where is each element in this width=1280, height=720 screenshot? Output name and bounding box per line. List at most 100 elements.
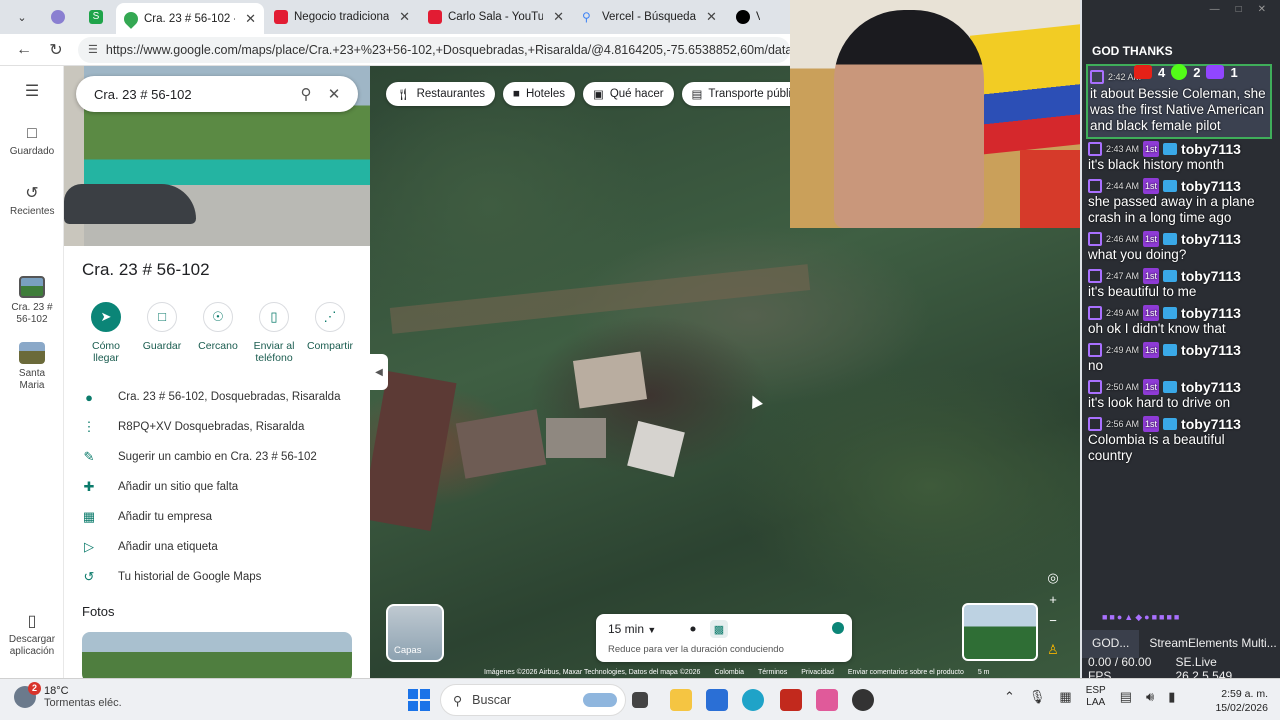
tab-negocio[interactable]: Negocio tradicional vs d ✕ xyxy=(266,3,418,31)
chat-message[interactable]: 2:44 AM 1st toby7113 she passed away in a p… xyxy=(1086,176,1272,229)
save-button[interactable]: □ Guardar xyxy=(134,302,190,364)
collapse-panel-button[interactable]: ◀ xyxy=(370,354,388,390)
store-icon[interactable] xyxy=(706,689,728,711)
tray-app-icon[interactable]: ▦ xyxy=(1059,689,1071,705)
back-button[interactable]: ← xyxy=(14,40,34,60)
tab-google-maps[interactable]: Cra. 23 # 56-102 - Goog ✕ xyxy=(116,3,264,35)
attribution-country[interactable]: Colombia xyxy=(714,669,744,676)
rail-item-current-place[interactable]: Cra. 23 # 56-102 xyxy=(0,276,64,326)
rail-item-recientes[interactable]: ↺ Recientes xyxy=(0,186,64,218)
send-to-phone-button[interactable]: ▯ Enviar al teléfono xyxy=(246,302,302,364)
street-view-thumbnail[interactable] xyxy=(962,603,1038,661)
minimize-button[interactable]: — xyxy=(1210,4,1220,15)
scale-bar[interactable]: 5 m xyxy=(978,669,990,676)
nearby-button[interactable]: ☉ Cercano xyxy=(190,302,246,364)
terms-link[interactable]: Términos xyxy=(758,669,787,676)
network-icon[interactable]: ▤ xyxy=(1120,689,1132,705)
taskbar-search[interactable]: ⚲ Buscar xyxy=(440,684,626,716)
plus-code-row[interactable]: ⋮ R8PQ+XV Dosquebradas, Risaralda xyxy=(80,418,360,436)
chat-username[interactable]: toby7113 xyxy=(1181,342,1241,358)
rail-item-santa-maria[interactable]: Santa Maria xyxy=(0,342,64,392)
zoom-in-button[interactable]: + xyxy=(1049,592,1057,607)
chat-username[interactable]: toby7113 xyxy=(1181,178,1241,194)
chat-username[interactable]: toby7113 xyxy=(1181,379,1241,395)
app-grid-icon[interactable] xyxy=(816,689,838,711)
weather-widget[interactable]: 2 18°C Tormentas eléc. xyxy=(14,682,122,709)
chrome-icon[interactable] xyxy=(852,689,874,711)
directions-button[interactable]: ➤ Cómo llegar xyxy=(78,302,134,364)
volume-icon[interactable]: 🔊︎ xyxy=(1146,689,1154,705)
chat-messages[interactable]: 2:42 AM it about Bessie Coleman, she was … xyxy=(1086,64,1272,604)
add-business-row[interactable]: ▦ Añadir tu empresa xyxy=(80,508,360,526)
battery-icon[interactable]: ▮ xyxy=(1168,689,1175,705)
microphone-icon[interactable]: 🎙︎ xyxy=(1029,689,1046,705)
emote-bar[interactable]: ■■●▲◆●■■■■ xyxy=(1102,612,1262,624)
maps-history-row[interactable]: ↺ Tu historial de Google Maps xyxy=(80,568,360,586)
edge-icon[interactable] xyxy=(742,689,764,711)
chat-message[interactable]: 2:56 AM 1st toby7113 Colombia is a beautifu… xyxy=(1086,414,1272,467)
chat-username[interactable]: toby7113 xyxy=(1181,141,1241,157)
app-shield-icon[interactable] xyxy=(780,689,802,711)
close-tab-icon[interactable]: ✕ xyxy=(245,11,256,27)
maximize-button[interactable]: □ xyxy=(1236,4,1242,15)
toggle-switch[interactable] xyxy=(832,622,844,634)
car-icon[interactable]: ▩ xyxy=(710,620,728,638)
travel-time-card[interactable]: 15 min ▼ ⚫︎ ▩ Reduce para ver la duració… xyxy=(596,614,852,662)
chat-message[interactable]: 2:50 AM 1st toby7113 it's look hard to driv… xyxy=(1086,377,1272,414)
chat-username[interactable]: toby7113 xyxy=(1181,305,1241,321)
photo-thumbnail[interactable] xyxy=(82,632,352,678)
tab-carlo-sala[interactable]: Carlo Sala - YouTube ✕ xyxy=(420,3,572,31)
rail-item-guardado[interactable]: □ Guardado xyxy=(0,126,64,158)
rail-item-download-app[interactable]: ▯ Descargar aplicación xyxy=(0,614,64,658)
search-icon[interactable]: ⚲ xyxy=(292,85,320,103)
pegman-icon[interactable]: ♙ xyxy=(1047,642,1059,658)
layers-button[interactable]: Capas xyxy=(386,604,444,662)
tab-vercel-search[interactable]: ⚲ Vercel - Búsqueda ✕ xyxy=(574,3,726,31)
chat-username[interactable]: toby7113 xyxy=(1181,231,1241,247)
start-button[interactable] xyxy=(408,689,430,711)
chat-username[interactable]: toby7113 xyxy=(1181,268,1241,284)
tab-search-dropdown[interactable]: ⌄ xyxy=(6,4,38,30)
reload-button[interactable]: ↻ xyxy=(46,40,66,60)
privacy-link[interactable]: Privacidad xyxy=(801,669,834,676)
add-label-row[interactable]: ▷ Añadir una etiqueta xyxy=(80,538,360,556)
chat-message[interactable]: 2:46 AM 1st toby7113 what you doing? xyxy=(1086,229,1272,266)
chip-things-to-do[interactable]: ▣ Qué hacer xyxy=(582,82,674,106)
close-button[interactable]: ✕ xyxy=(1258,4,1266,15)
chat-message[interactable]: 2:49 AM 1st toby7113 oh ok I didn't know th… xyxy=(1086,303,1272,340)
file-explorer-icon[interactable] xyxy=(670,689,692,711)
close-tab-icon[interactable]: ✕ xyxy=(706,9,717,25)
zoom-out-button[interactable]: − xyxy=(1049,613,1057,628)
chip-hotels[interactable]: ■ Hoteles xyxy=(503,82,575,106)
add-place-row[interactable]: ✚ Añadir un sitio que falta xyxy=(80,478,360,496)
chat-message[interactable]: 2:43 AM 1st toby7113 it's black history mon… xyxy=(1086,139,1272,176)
chat-message[interactable]: 2:49 AM 1st toby7113 no xyxy=(1086,340,1272,377)
tab-god[interactable]: GOD... xyxy=(1082,630,1140,658)
close-icon[interactable]: ✕ xyxy=(320,85,348,103)
tab-pinned-2[interactable]: S xyxy=(78,4,114,30)
close-tab-icon[interactable]: ✕ xyxy=(399,9,410,25)
address-row[interactable]: ● Cra. 23 # 56-102, Dosquebradas, Risara… xyxy=(80,388,360,406)
url-field[interactable]: ☰ https://www.google.com/maps/place/Cra.… xyxy=(78,36,790,63)
walking-icon[interactable]: ⚫︎ xyxy=(684,620,702,638)
menu-icon[interactable]: ☰ xyxy=(0,84,64,100)
site-info-icon[interactable]: ☰ xyxy=(88,43,98,56)
chip-restaurants[interactable]: 🍴︎ Restaurantes xyxy=(386,82,496,106)
chat-username[interactable]: toby7113 xyxy=(1181,416,1241,432)
close-tab-icon[interactable]: ✕ xyxy=(553,9,564,25)
search-box[interactable]: Cra. 23 # 56-102 ⚲ ✕ xyxy=(76,76,358,112)
tab-vercel[interactable]: Verc xyxy=(728,3,768,31)
chat-message[interactable]: 2:47 AM 1st toby7113 it's beautiful to me xyxy=(1086,266,1272,303)
chevron-up-icon[interactable]: ⌃ xyxy=(1004,689,1015,705)
tab-pinned-1[interactable] xyxy=(40,4,76,30)
tab-streamelements[interactable]: StreamElements Multi... xyxy=(1139,630,1280,658)
feedback-link[interactable]: Enviar comentarios sobre el producto xyxy=(848,669,964,676)
my-location-icon[interactable]: ◎ xyxy=(1047,570,1058,586)
clock[interactable]: 2:59 a. m. 15/02/2026 xyxy=(1196,687,1268,715)
language-indicator[interactable]: ESP LAA xyxy=(1086,685,1106,709)
search-input[interactable]: Cra. 23 # 56-102 xyxy=(94,87,292,102)
share-button[interactable]: ⋰ Compartir xyxy=(302,302,358,364)
travel-time[interactable]: 15 min ▼ xyxy=(608,622,656,636)
task-view-icon[interactable] xyxy=(632,692,648,708)
suggest-edit-row[interactable]: ✎ Sugerir un cambio en Cra. 23 # 56-102 xyxy=(80,448,360,466)
